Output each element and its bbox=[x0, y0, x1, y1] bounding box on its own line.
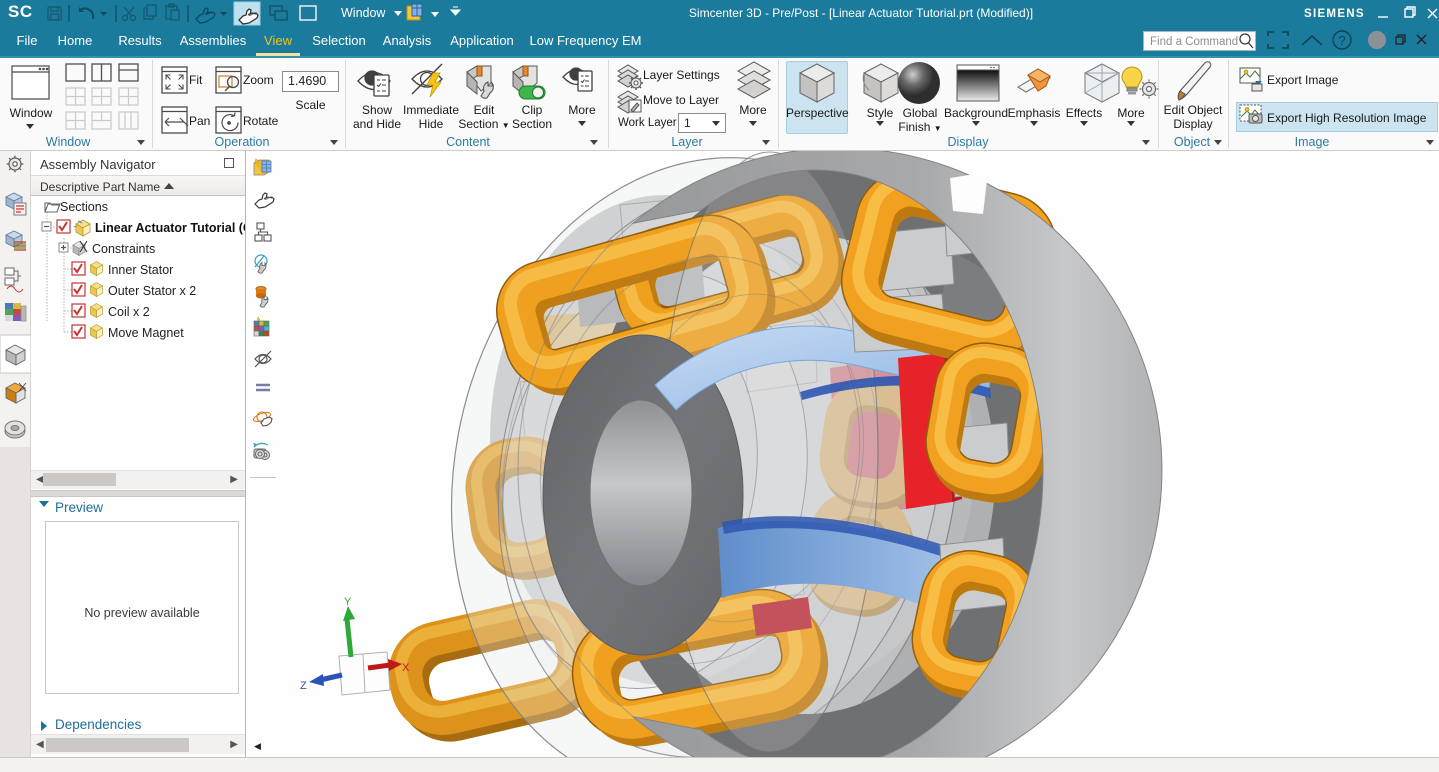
svg-text:Y: Y bbox=[344, 596, 352, 608]
svg-text:X: X bbox=[402, 662, 410, 674]
svg-text:Move Magnet: Move Magnet bbox=[108, 326, 184, 340]
svg-text:Sections: Sections bbox=[60, 200, 108, 214]
svg-text:Inner Stator: Inner Stator bbox=[108, 263, 173, 277]
svg-text:Outer Stator x 2: Outer Stator x 2 bbox=[108, 284, 196, 298]
svg-text:Z: Z bbox=[300, 680, 307, 692]
svg-text:Linear Actuator Tutorial (Or: Linear Actuator Tutorial (Or bbox=[95, 221, 245, 235]
svg-text:Coil x 2: Coil x 2 bbox=[108, 305, 150, 319]
svg-text:Constraints: Constraints bbox=[92, 242, 155, 256]
